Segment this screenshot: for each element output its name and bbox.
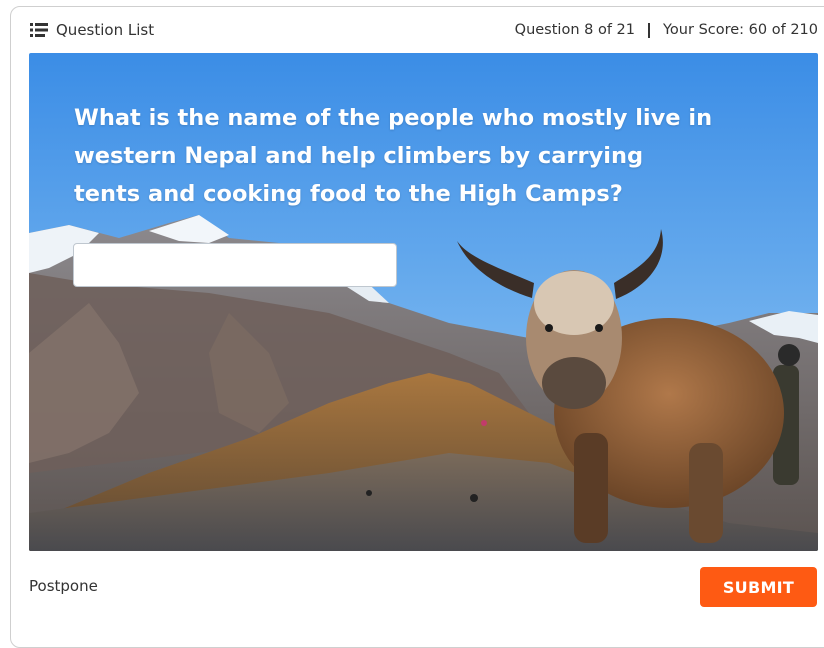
score-display: Your Score: 60 of 210 (663, 22, 818, 38)
question-progress: Question 8 of 21 (514, 22, 635, 38)
postpone-link[interactable]: Postpone (29, 577, 98, 595)
question-list-label: Question List (56, 21, 155, 39)
answer-input[interactable] (73, 243, 397, 287)
quiz-status: Question 8 of 21 Your Score: 60 of 210 (515, 20, 818, 40)
question-text: What is the name of the people who mostl… (74, 105, 713, 207)
list-icon (30, 23, 48, 37)
submit-button[interactable]: SUBMIT (700, 567, 817, 607)
status-divider (648, 22, 650, 38)
question-image-panel: What is the name of the people who mostl… (29, 53, 818, 551)
question-list-button[interactable]: Question List (30, 20, 154, 40)
quiz-header: Question List Question 8 of 21 Your Scor… (0, 0, 824, 58)
